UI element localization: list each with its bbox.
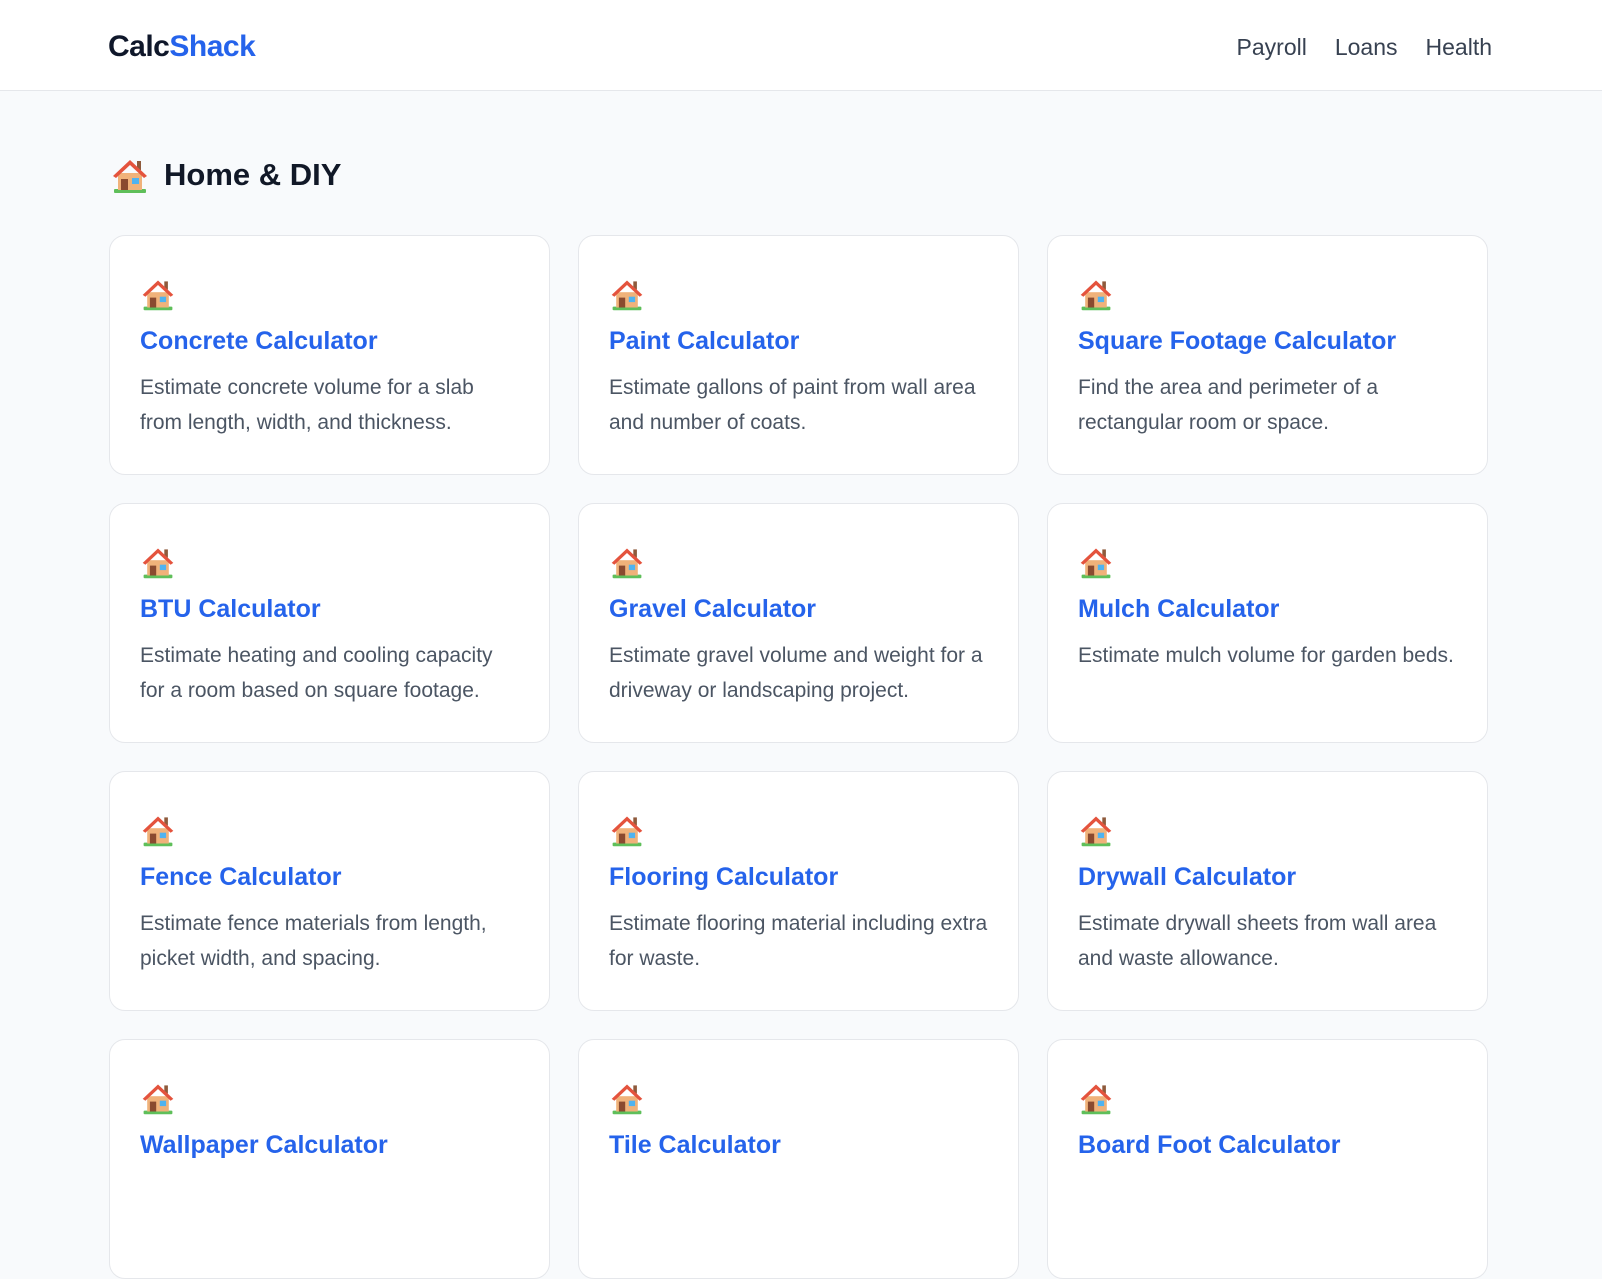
brand-logo-part1: Calc: [108, 30, 170, 63]
card-title-link[interactable]: Mulch Calculator: [1078, 595, 1457, 624]
card-description: Estimate drywall sheets from wall area a…: [1078, 912, 1437, 970]
card-description: Estimate flooring material including ext…: [609, 912, 988, 970]
card-title-link[interactable]: Square Footage Calculator: [1078, 327, 1457, 356]
card-description: Estimate gravel volume and weight for a …: [609, 644, 983, 702]
section-header: Home & DIY: [110, 155, 341, 195]
nav-link-payroll[interactable]: Payroll: [1237, 34, 1307, 61]
calculator-card[interactable]: Square Footage Calculator Find the area …: [1047, 235, 1488, 475]
brand-logo[interactable]: CalcShack: [108, 30, 256, 64]
card-title-link[interactable]: Drywall Calculator: [1078, 863, 1457, 892]
house-icon: [1078, 1080, 1114, 1116]
card-title-link[interactable]: Board Foot Calculator: [1078, 1131, 1457, 1160]
calculator-card[interactable]: Concrete Calculator Estimate concrete vo…: [109, 235, 550, 475]
card-title-link[interactable]: Gravel Calculator: [609, 595, 988, 624]
nav-link-health[interactable]: Health: [1426, 34, 1492, 61]
house-icon: [1078, 276, 1114, 312]
card-title-link[interactable]: Paint Calculator: [609, 327, 988, 356]
card-description: Estimate mulch volume for garden beds.: [1078, 644, 1454, 667]
calculator-grid: Concrete Calculator Estimate concrete vo…: [109, 235, 1489, 1279]
calculator-card[interactable]: Drywall Calculator Estimate drywall shee…: [1047, 771, 1488, 1011]
card-title-link[interactable]: Tile Calculator: [609, 1131, 988, 1160]
brand-logo-part2: Shack: [169, 30, 256, 63]
calculator-card[interactable]: BTU Calculator Estimate heating and cool…: [109, 503, 550, 743]
card-title-link[interactable]: Flooring Calculator: [609, 863, 988, 892]
house-icon: [609, 544, 645, 580]
house-icon: [609, 1080, 645, 1116]
card-title-link[interactable]: Wallpaper Calculator: [140, 1131, 519, 1160]
house-icon: [140, 812, 176, 848]
house-icon: [140, 1080, 176, 1116]
calculator-card[interactable]: Flooring Calculator Estimate flooring ma…: [578, 771, 1019, 1011]
calculator-card[interactable]: Board Foot Calculator: [1047, 1039, 1488, 1279]
house-icon: [140, 544, 176, 580]
card-title-link[interactable]: Concrete Calculator: [140, 327, 519, 356]
house-icon: [1078, 544, 1114, 580]
card-description: Estimate heating and cooling capacity fo…: [140, 644, 493, 702]
house-icon: [609, 276, 645, 312]
calculator-card[interactable]: Tile Calculator: [578, 1039, 1019, 1279]
top-navbar: CalcShack Payroll Loans Health: [0, 0, 1602, 91]
card-title-link[interactable]: BTU Calculator: [140, 595, 519, 624]
card-description: Estimate gallons of paint from wall area…: [609, 376, 976, 434]
nav-link-loans[interactable]: Loans: [1335, 34, 1398, 61]
calculator-card[interactable]: Gravel Calculator Estimate gravel volume…: [578, 503, 1019, 743]
house-icon: [140, 276, 176, 312]
calculator-card[interactable]: Paint Calculator Estimate gallons of pai…: [578, 235, 1019, 475]
section-title: Home & DIY: [164, 157, 342, 192]
main-nav: Payroll Loans Health: [1237, 34, 1492, 61]
house-icon: [609, 812, 645, 848]
card-description: Estimate concrete volume for a slab from…: [140, 376, 474, 434]
calculator-card[interactable]: Wallpaper Calculator: [109, 1039, 550, 1279]
calculator-card[interactable]: Mulch Calculator Estimate mulch volume f…: [1047, 503, 1488, 743]
house-icon: [110, 155, 150, 195]
house-icon: [1078, 812, 1114, 848]
card-description: Estimate fence materials from length, pi…: [140, 912, 487, 970]
card-description: Find the area and perimeter of a rectang…: [1078, 376, 1379, 434]
card-title-link[interactable]: Fence Calculator: [140, 863, 519, 892]
calculator-card[interactable]: Fence Calculator Estimate fence material…: [109, 771, 550, 1011]
